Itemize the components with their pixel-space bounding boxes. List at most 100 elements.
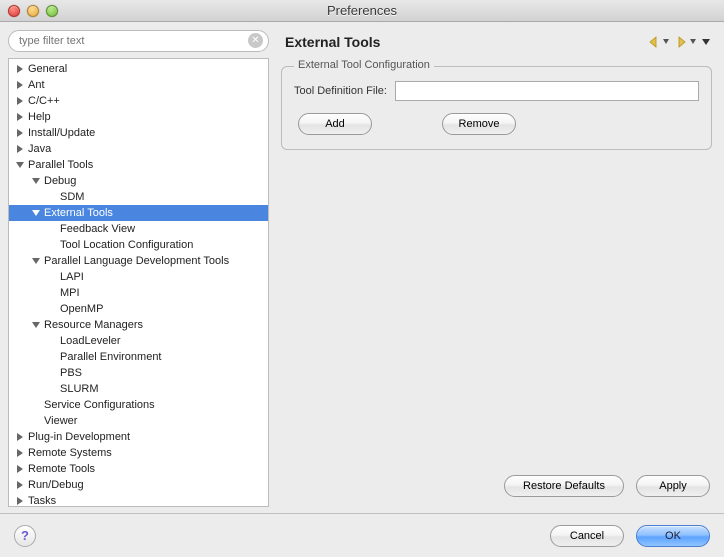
back-button[interactable] <box>646 34 671 50</box>
tree-item-label: OpenMP <box>58 303 103 315</box>
tree-item[interactable]: Help <box>9 109 268 125</box>
ok-button[interactable]: OK <box>636 525 710 547</box>
tree-item-label: Ant <box>26 79 45 91</box>
menu-dropdown-icon[interactable] <box>700 37 712 47</box>
help-icon[interactable]: ? <box>14 525 36 547</box>
bottom-bar: ? Cancel OK <box>0 513 724 557</box>
tree-item-label: Tasks <box>26 495 56 507</box>
tree-item[interactable]: Run/Debug <box>9 477 268 493</box>
disclosure-triangle-icon[interactable] <box>15 480 25 490</box>
zoom-window-button[interactable] <box>46 5 58 17</box>
tree-item[interactable]: LAPI <box>9 269 268 285</box>
tree-item[interactable]: Remote Tools <box>9 461 268 477</box>
tree-item-label: Feedback View <box>58 223 135 235</box>
tree-item[interactable]: Resource Managers <box>9 317 268 333</box>
disclosure-triangle-icon[interactable] <box>15 80 25 90</box>
tree-item-label: Help <box>26 111 51 123</box>
tree-item[interactable]: Debug <box>9 173 268 189</box>
disclosure-triangle-icon[interactable] <box>31 176 41 186</box>
tree-item[interactable]: General <box>9 61 268 77</box>
tool-file-input[interactable] <box>395 81 699 101</box>
filter-input[interactable] <box>8 30 269 52</box>
tree-item-label: C/C++ <box>26 95 60 107</box>
tree-item-label: LAPI <box>58 271 84 283</box>
restore-defaults-button[interactable]: Restore Defaults <box>504 475 624 497</box>
titlebar: Preferences <box>0 0 724 22</box>
tree-item-label: Parallel Language Development Tools <box>42 255 229 267</box>
tree-item[interactable]: Tasks <box>9 493 268 507</box>
minimize-window-button[interactable] <box>27 5 39 17</box>
tree-item[interactable]: SLURM <box>9 381 268 397</box>
tree-item[interactable]: OpenMP <box>9 301 268 317</box>
close-window-button[interactable] <box>8 5 20 17</box>
sidebar: ✕ General Ant C/C++ Help Install/UpdateJava P… <box>0 22 275 513</box>
tree-item-label: MPI <box>58 287 80 299</box>
tree-item-label: Service Configurations <box>42 399 155 411</box>
disclosure-triangle-icon[interactable] <box>15 448 25 458</box>
preferences-tree[interactable]: General Ant C/C++ Help Install/UpdateJava Par… <box>8 58 269 507</box>
disclosure-triangle-icon[interactable] <box>31 208 41 218</box>
disclosure-triangle-icon[interactable] <box>15 112 25 122</box>
tree-item-label: Debug <box>42 175 76 187</box>
cancel-button[interactable]: Cancel <box>550 525 624 547</box>
tree-item[interactable]: Parallel Tools <box>9 157 268 173</box>
tree-item[interactable]: Parallel Language Development Tools <box>9 253 268 269</box>
tree-item-label: Parallel Tools <box>26 159 93 171</box>
disclosure-triangle-icon[interactable] <box>15 160 25 170</box>
remove-button[interactable]: Remove <box>442 113 516 135</box>
tree-leaf-icon <box>47 272 57 282</box>
tree-leaf-icon <box>47 240 57 250</box>
tree-item-label: SLURM <box>58 383 99 395</box>
tree-item-label: External Tools <box>42 207 113 219</box>
apply-button[interactable]: Apply <box>636 475 710 497</box>
tree-leaf-icon <box>47 352 57 362</box>
tree-item[interactable]: Install/Update <box>9 125 268 141</box>
tree-item[interactable]: Remote Systems <box>9 445 268 461</box>
disclosure-triangle-icon[interactable] <box>15 64 25 74</box>
tree-leaf-icon <box>47 384 57 394</box>
tree-item[interactable]: Ant <box>9 77 268 93</box>
disclosure-triangle-icon[interactable] <box>31 320 41 330</box>
group-label: External Tool Configuration <box>294 59 434 71</box>
tree-item[interactable]: C/C++ <box>9 93 268 109</box>
tree-item[interactable]: Parallel Environment <box>9 349 268 365</box>
disclosure-triangle-icon[interactable] <box>31 256 41 266</box>
disclosure-triangle-icon[interactable] <box>15 144 25 154</box>
tree-item-label: General <box>26 63 67 75</box>
tree-leaf-icon <box>47 192 57 202</box>
clear-filter-icon[interactable]: ✕ <box>248 33 263 48</box>
tree-item[interactable]: LoadLeveler <box>9 333 268 349</box>
add-button[interactable]: Add <box>298 113 372 135</box>
disclosure-triangle-icon[interactable] <box>15 496 25 506</box>
tree-item-label: Tool Location Configuration <box>58 239 193 251</box>
tree-item[interactable]: SDM <box>9 189 268 205</box>
tree-item[interactable]: Service Configurations <box>9 397 268 413</box>
tree-item-label: PBS <box>58 367 82 379</box>
tree-item-label: LoadLeveler <box>58 335 121 347</box>
tree-item[interactable]: Plug-in Development <box>9 429 268 445</box>
tree-item[interactable]: Feedback View <box>9 221 268 237</box>
disclosure-triangle-icon[interactable] <box>15 128 25 138</box>
tree-item[interactable]: MPI <box>9 285 268 301</box>
tree-item-label: Parallel Environment <box>58 351 162 363</box>
disclosure-triangle-icon[interactable] <box>15 96 25 106</box>
tree-leaf-icon <box>31 416 41 426</box>
tree-leaf-icon <box>31 400 41 410</box>
tree-item[interactable]: PBS <box>9 365 268 381</box>
tree-leaf-icon <box>47 368 57 378</box>
tree-item[interactable]: Tool Location Configuration <box>9 237 268 253</box>
page-title: External Tools <box>285 34 380 50</box>
tree-item-label: SDM <box>58 191 84 203</box>
tree-item[interactable]: Viewer <box>9 413 268 429</box>
disclosure-triangle-icon[interactable] <box>15 464 25 474</box>
forward-button[interactable] <box>673 34 698 50</box>
main-panel: External Tools External Tool Configurati… <box>275 22 724 513</box>
tree-leaf-icon <box>47 288 57 298</box>
tree-item-label: Remote Systems <box>26 447 112 459</box>
history-nav <box>646 34 712 50</box>
disclosure-triangle-icon[interactable] <box>15 432 25 442</box>
tree-item[interactable]: External Tools <box>9 205 268 221</box>
tree-item[interactable]: Java <box>9 141 268 157</box>
tool-file-label: Tool Definition File: <box>294 85 387 97</box>
tree-leaf-icon <box>47 304 57 314</box>
